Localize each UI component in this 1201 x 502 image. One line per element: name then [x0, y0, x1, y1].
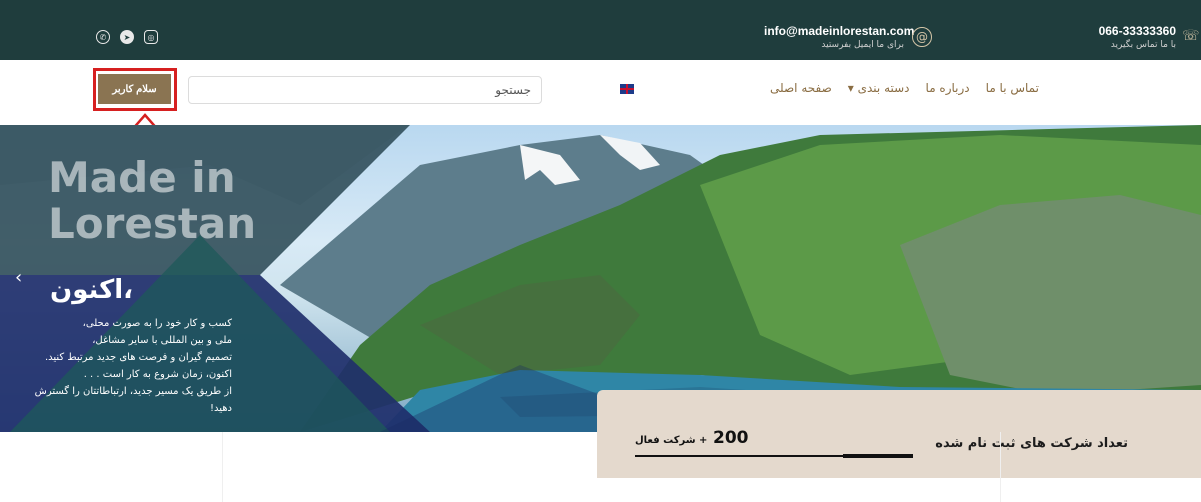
search-placeholder: جستجو: [495, 83, 531, 97]
stats-card: تعداد شرکت های ثبت نام شده 200 + شرکت فع…: [597, 390, 1201, 478]
phone-icon: ☏: [1182, 28, 1200, 44]
section-divider: [222, 432, 223, 502]
highlight-annotation-box: [93, 68, 177, 111]
hero-line: کسب و کار خود را به صورت محلی،: [82, 318, 232, 329]
uk-flag-icon[interactable]: [620, 84, 634, 94]
menu-item-home[interactable]: صفحه اصلی: [770, 81, 832, 99]
hero-title-line2: Lorestan: [48, 199, 257, 248]
stats-underline-accent: [843, 454, 913, 458]
menu-item-about[interactable]: درباره ما: [926, 81, 970, 99]
search-input[interactable]: جستجو: [188, 76, 542, 104]
stats-count-suffix: + شرکت فعال: [635, 435, 708, 446]
slider-prev-arrow-icon[interactable]: ‹: [15, 267, 22, 288]
hero-line: ملی و بین المللی با سایر مشاغل،: [92, 335, 232, 346]
top-bar: ✆ ➤ ◎ info@madeinlorestan.com برای ما ای…: [0, 0, 1201, 60]
email-address[interactable]: info@madeinlorestan.com: [764, 24, 914, 38]
main-menu: صفحه اصلی دسته بندی ▾ درباره ما تماس با …: [770, 81, 1070, 99]
menu-item-contact[interactable]: تماس با ما: [986, 81, 1039, 99]
hero-line: تصمیم گیران و فرصت های جدید مرتبط کنید.: [44, 352, 232, 363]
hero-subtitle: اکنون،: [50, 275, 134, 305]
at-icon: @: [912, 27, 932, 47]
email-caption: برای ما ایمیل بفرستید: [821, 40, 904, 50]
hero-line: از طریق یک مسیر جدید، ارتباطاتتان را گست…: [34, 386, 232, 414]
hero-line: اکنون، زمان شروع به کار است . . .: [83, 369, 232, 380]
section-divider: [1000, 432, 1001, 502]
contact-phone[interactable]: 066-33333360 با ما تماس بگیرید: [1090, 24, 1176, 50]
stats-count-number: 200: [713, 428, 749, 448]
stats-label: تعداد شرکت های ثبت نام شده: [935, 436, 1128, 451]
phone-number[interactable]: 066-33333360: [1090, 24, 1176, 38]
hero-title: Made in Lorestan: [48, 155, 256, 247]
instagram-icon[interactable]: ◎: [144, 30, 158, 44]
whatsapp-icon[interactable]: ✆: [96, 30, 110, 44]
contact-email[interactable]: info@madeinlorestan.com برای ما ایمیل بف…: [764, 24, 914, 50]
menu-item-categories[interactable]: دسته بندی ▾: [848, 81, 910, 99]
telegram-icon[interactable]: ➤: [120, 30, 134, 44]
hero-title-line1: Made in: [48, 153, 236, 202]
social-links: ✆ ➤ ◎: [96, 30, 158, 44]
phone-caption: با ما تماس بگیرید: [1110, 40, 1176, 50]
stats-count: 200 + شرکت فعال: [635, 428, 749, 448]
hero-banner: Made in Lorestan ‹ اکنون، کسب و کار خود …: [0, 125, 1201, 432]
hero-description: کسب و کار خود را به صورت محلی، ملی و بین…: [12, 315, 232, 417]
